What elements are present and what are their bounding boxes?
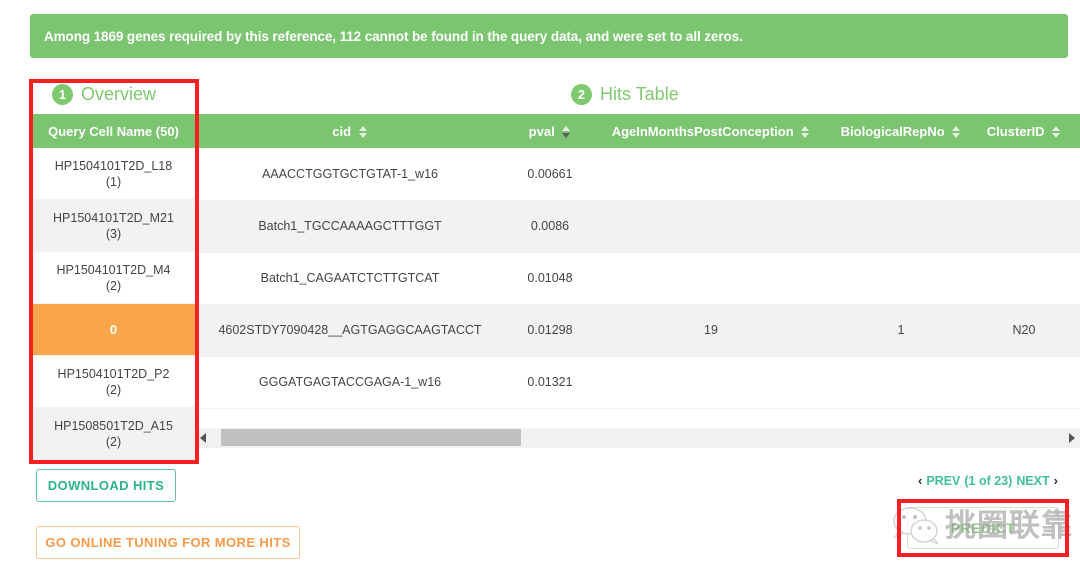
warning-banner-text: Among 1869 genes required by this refere… xyxy=(30,29,743,44)
query-cell-name-header[interactable]: Query Cell Name (50) xyxy=(32,114,195,148)
query-cell-name-line2: (2) xyxy=(106,279,121,293)
column-header-cluster-id[interactable]: ClusterID xyxy=(975,114,1073,148)
column-header-age-label: AgeInMonthsPostConception xyxy=(612,124,794,139)
cell-pval: 0.01298 xyxy=(505,304,595,356)
query-cell-name-line2: (3) xyxy=(106,227,121,241)
next-chevron-icon[interactable]: › xyxy=(1054,473,1058,488)
cell-cid: AAACCTGGTGCTGTAT-1_w16 xyxy=(195,148,505,200)
cell-age xyxy=(595,200,827,252)
table-row[interactable]: GGGATGAGTACCGAGA-1_w16 0.01321 xyxy=(195,356,1080,408)
cell-cid: Batch1_TGCCAAAAGCTTTGGT xyxy=(195,200,505,252)
predict-button[interactable]: PREDICT xyxy=(907,507,1059,549)
cell-pval: 0.00661 xyxy=(505,148,595,200)
horizontal-scrollbar[interactable] xyxy=(195,428,1080,448)
cell-age xyxy=(595,148,827,200)
cell-technical xyxy=(1073,252,1080,304)
cell-age xyxy=(595,252,827,304)
warning-banner: Among 1869 genes required by this refere… xyxy=(30,14,1068,58)
step-1-badge: 1 xyxy=(52,84,73,105)
scroll-right-arrow-icon[interactable] xyxy=(1064,428,1080,448)
query-cell-name-line1: 0 xyxy=(110,322,117,338)
sort-icon[interactable] xyxy=(801,126,810,138)
column-header-age-in-months-post-conception[interactable]: AgeInMonthsPostConception xyxy=(595,114,827,148)
column-header-cid[interactable]: cid xyxy=(195,114,505,148)
cell-technical xyxy=(1073,304,1080,356)
cell-bio xyxy=(827,148,975,200)
query-cell-name-line1: HP1504101T2D_M21 xyxy=(53,211,174,225)
page-count-label: (1 of 23) xyxy=(964,474,1012,488)
column-header-cluster-label: ClusterID xyxy=(987,124,1045,139)
cell-cluster xyxy=(975,356,1073,408)
query-cell-name-line1: HP1504101T2D_P2 xyxy=(58,367,170,381)
list-item-selected[interactable]: 0 xyxy=(32,304,195,356)
pagination-control: ‹ PREV (1 of 23) NEXT › xyxy=(918,473,1058,488)
scrollbar-track[interactable] xyxy=(211,428,1064,448)
next-page-button[interactable]: NEXT xyxy=(1016,474,1049,488)
cell-cluster: N20 xyxy=(975,304,1073,356)
table-row[interactable]: Batch1_CAGAATCTCTTGTCAT 0.01048 xyxy=(195,252,1080,304)
query-cell-name-line1: HP1504101T2D_M4 xyxy=(57,263,171,277)
cell-technical xyxy=(1073,356,1080,408)
cell-bio xyxy=(827,252,975,304)
sort-icon[interactable] xyxy=(1052,126,1061,138)
hits-panel-title: Hits Table xyxy=(600,84,679,105)
cell-cluster xyxy=(975,200,1073,252)
prev-chevron-icon[interactable]: ‹ xyxy=(918,473,922,488)
cell-age: 19 xyxy=(595,304,827,356)
column-header-biological-rep-no[interactable]: BiologicalRepNo xyxy=(827,114,975,148)
cell-cid: 4602STDY7090428__AGTGAGGCAAGTACCT xyxy=(195,304,505,356)
cell-cid: GGGATGAGTACCGAGA-1_w16 xyxy=(195,356,505,408)
column-header-pval[interactable]: pval xyxy=(505,114,595,148)
cell-pval: 0.0086 xyxy=(505,200,595,252)
scroll-left-arrow-icon[interactable] xyxy=(195,428,211,448)
column-header-technical[interactable]: Technica xyxy=(1073,114,1080,148)
list-item[interactable]: HP1508501T2D_A15 (2) xyxy=(32,408,195,460)
cell-bio: 1 xyxy=(827,304,975,356)
cell-bio xyxy=(827,200,975,252)
list-item[interactable]: HP1504101T2D_M21 (3) xyxy=(32,200,195,252)
table-row[interactable]: AAACCTGGTGCTGTAT-1_w16 0.00661 xyxy=(195,148,1080,200)
column-header-cid-label: cid xyxy=(332,124,351,139)
query-cell-name-line1: HP1508501T2D_A15 xyxy=(54,419,173,433)
cell-cid: Batch1_CAGAATCTCTTGTCAT xyxy=(195,252,505,304)
cell-pval: 0.01321 xyxy=(505,356,595,408)
column-header-bio-label: BiologicalRepNo xyxy=(841,124,945,139)
cell-age xyxy=(595,356,827,408)
cell-technical xyxy=(1073,200,1080,252)
overview-panel-title: Overview xyxy=(81,84,156,105)
go-online-tuning-button[interactable]: GO ONLINE TUNING FOR MORE HITS xyxy=(36,526,300,559)
scrollbar-thumb[interactable] xyxy=(221,429,521,446)
prev-page-button[interactable]: PREV xyxy=(926,474,960,488)
sort-icon[interactable] xyxy=(359,126,368,138)
query-cell-name-column: Query Cell Name (50) HP1504101T2D_L18 (1… xyxy=(32,114,195,460)
hits-panel-heading: 2 Hits Table xyxy=(571,84,679,105)
cell-technical xyxy=(1073,148,1080,200)
cell-cluster xyxy=(975,148,1073,200)
overview-panel-heading: 1 Overview xyxy=(52,84,156,105)
column-header-pval-label: pval xyxy=(529,124,555,139)
table-row[interactable]: Batch1_TGCCAAAAGCTTTGGT 0.0086 xyxy=(195,200,1080,252)
query-cell-name-line2: (2) xyxy=(106,383,121,397)
download-hits-button[interactable]: DOWNLOAD HITS xyxy=(36,469,176,502)
list-item[interactable]: HP1504101T2D_P2 (2) xyxy=(32,356,195,408)
query-cell-name-line2: (1) xyxy=(106,175,121,189)
list-item[interactable]: HP1504101T2D_M4 (2) xyxy=(32,252,195,304)
hits-table-header-row: cid pval AgeInMonthsPostConception Biolo… xyxy=(195,114,1080,148)
hits-table: cid pval AgeInMonthsPostConception Biolo… xyxy=(195,114,1080,409)
sort-icon-active[interactable] xyxy=(562,126,571,138)
cell-pval: 0.01048 xyxy=(505,252,595,304)
hits-table-scroll-viewport[interactable]: cid pval AgeInMonthsPostConception Biolo… xyxy=(195,114,1080,460)
app-root: Among 1869 genes required by this refere… xyxy=(0,0,1080,564)
cell-cluster xyxy=(975,252,1073,304)
sort-icon[interactable] xyxy=(952,126,961,138)
list-item[interactable]: HP1504101T2D_L18 (1) xyxy=(32,148,195,200)
query-cell-name-line2: (2) xyxy=(106,435,121,449)
table-row[interactable]: 4602STDY7090428__AGTGAGGCAAGTACCT 0.0129… xyxy=(195,304,1080,356)
step-2-badge: 2 xyxy=(571,84,592,105)
query-cell-name-line1: HP1504101T2D_L18 xyxy=(55,159,172,173)
cell-bio xyxy=(827,356,975,408)
